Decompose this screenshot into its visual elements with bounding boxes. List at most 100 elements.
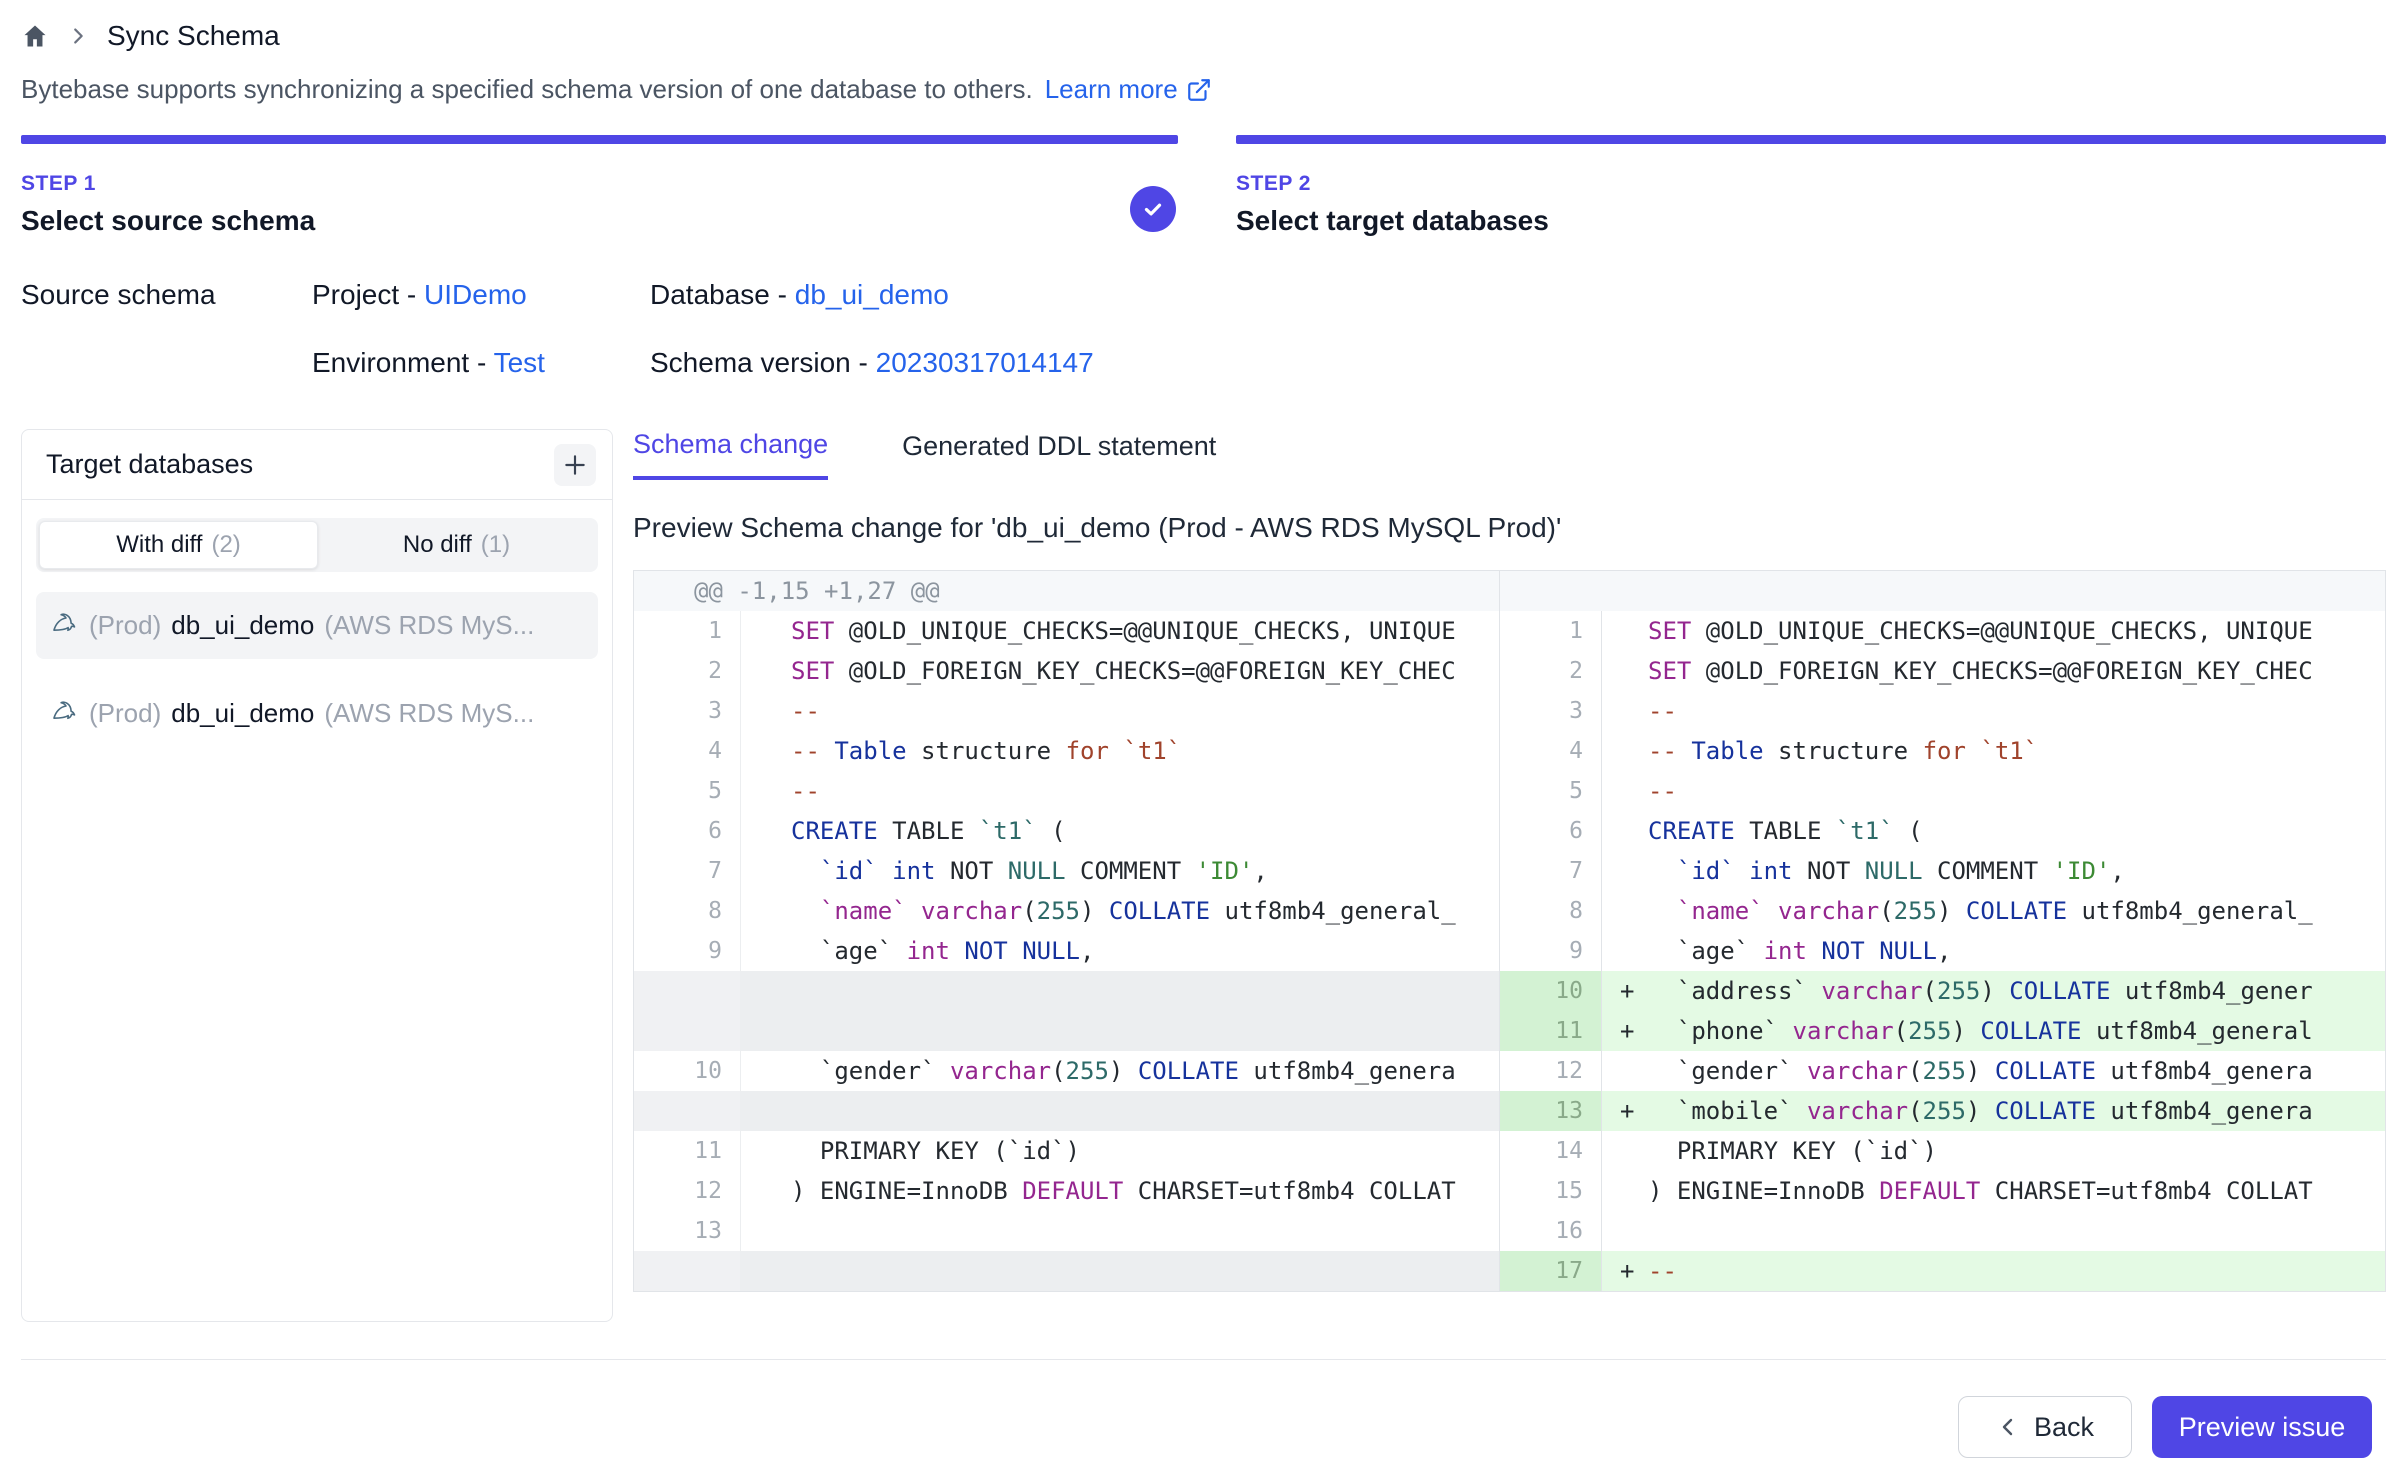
schema-diff-view: @@ -1,15 +1,27 @@1SET @OLD_UNIQUE_CHECKS… [633, 570, 2386, 1292]
code-cell: -- Table structure for `t1` [1602, 731, 2385, 771]
line-number: 2 [1500, 651, 1602, 691]
step-1-progress-bar [21, 135, 1178, 144]
preview-issue-button[interactable]: Preview issue [2152, 1396, 2372, 1458]
project-field: Project - UIDemo [312, 279, 650, 311]
source-schema-summary: Source schema Project - UIDemo Database … [21, 279, 2386, 379]
database-link[interactable]: db_ui_demo [795, 279, 949, 310]
code-cell: ) ENGINE=InnoDB DEFAULT CHARSET=utf8mb4 … [1602, 1171, 2385, 1211]
schema-version-link[interactable]: 20230317014147 [876, 347, 1094, 378]
diff-filler-row [634, 971, 1499, 1011]
line-number: 15 [1500, 1171, 1602, 1211]
diff-code-row: 5-- [634, 771, 1499, 811]
diff-code-row: 2SET @OLD_FOREIGN_KEY_CHECKS=@@FOREIGN_K… [1500, 651, 2385, 691]
code-cell [1602, 1211, 2385, 1251]
code-cell: SET @OLD_FOREIGN_KEY_CHECKS=@@FOREIGN_KE… [741, 651, 1499, 691]
code-cell: `gender` varchar(255) COLLATE utf8mb4_ge… [741, 1051, 1499, 1091]
database-name: db_ui_demo [171, 610, 314, 641]
diff-added-row: 17+-- [1500, 1251, 2385, 1291]
database-list-item[interactable]: (Prod)db_ui_demo(AWS RDS MyS... [36, 680, 598, 747]
line-number: 2 [634, 651, 741, 691]
tab-with-diff[interactable]: With diff (2) [39, 521, 318, 569]
line-number: 7 [634, 851, 741, 891]
line-number: 10 [1500, 971, 1602, 1011]
home-icon[interactable] [21, 22, 49, 50]
tab-schema-change[interactable]: Schema change [633, 429, 828, 480]
step-2-title: Select target databases [1236, 205, 2386, 237]
add-database-button[interactable] [554, 444, 596, 486]
step-2-progress-bar [1236, 135, 2386, 144]
line-number: 12 [1500, 1051, 1602, 1091]
code-cell: -- [741, 771, 1499, 811]
diff-code-row: 3-- [634, 691, 1499, 731]
schema-version-field: Schema version - 20230317014147 [650, 347, 1094, 379]
line-number: 1 [1500, 611, 1602, 651]
diff-filter-toggle: With diff (2) No diff (1) [36, 518, 598, 572]
code-cell: SET @OLD_UNIQUE_CHECKS=@@UNIQUE_CHECKS, … [741, 611, 1499, 651]
description-text: Bytebase supports synchronizing a specif… [21, 74, 1033, 105]
code-cell [741, 1091, 1499, 1131]
line-number [634, 1251, 741, 1291]
diff-filler-row [634, 1011, 1499, 1051]
database-list-item[interactable]: (Prod)db_ui_demo(AWS RDS MyS... [36, 592, 598, 659]
code-cell [741, 1251, 1499, 1291]
plus-icon [562, 452, 588, 478]
line-number: 3 [634, 691, 741, 731]
line-number: 5 [1500, 771, 1602, 811]
back-button[interactable]: Back [1958, 1396, 2132, 1458]
line-number: 8 [1500, 891, 1602, 931]
line-number [634, 1011, 741, 1051]
page-title: Sync Schema [107, 20, 280, 52]
code-cell: SET @OLD_FOREIGN_KEY_CHECKS=@@FOREIGN_KE… [1602, 651, 2385, 691]
diff-code-row: 1SET @OLD_UNIQUE_CHECKS=@@UNIQUE_CHECKS,… [1500, 611, 2385, 651]
line-number: 9 [634, 931, 741, 971]
code-cell: PRIMARY KEY (`id`) [741, 1131, 1499, 1171]
database-field: Database - db_ui_demo [650, 279, 1094, 311]
diff-code-row: 9 `age` int NOT NULL, [1500, 931, 2385, 971]
line-number [634, 971, 741, 1011]
stepper: STEP 1 Select source schema STEP 2 Selec… [21, 135, 2386, 237]
code-cell: ) ENGINE=InnoDB DEFAULT CHARSET=utf8mb4 … [741, 1171, 1499, 1211]
tab-generated-ddl[interactable]: Generated DDL statement [902, 429, 1216, 480]
step-1-completed-badge [1130, 186, 1176, 232]
diff-code-row: 12 `gender` varchar(255) COLLATE utf8mb4… [1500, 1051, 2385, 1091]
diff-code-row: 7 `id` int NOT NULL COMMENT 'ID', [634, 851, 1499, 891]
check-icon [1140, 196, 1166, 222]
code-cell: -- [741, 691, 1499, 731]
learn-more-link[interactable]: Learn more [1045, 74, 1212, 105]
mysql-icon [49, 607, 79, 644]
line-number: 11 [1500, 1011, 1602, 1051]
code-cell: `name` varchar(255) COLLATE utf8mb4_gene… [741, 891, 1499, 931]
project-link[interactable]: UIDemo [424, 279, 527, 310]
line-number: 5 [634, 771, 741, 811]
diff-filler-row [634, 1091, 1499, 1131]
code-cell: `age` int NOT NULL, [1602, 931, 2385, 971]
line-number: 6 [1500, 811, 1602, 851]
line-number: 16 [1500, 1211, 1602, 1251]
code-cell [741, 1011, 1499, 1051]
step-1-title: Select source schema [21, 205, 1178, 237]
target-databases-panel: Target databases With diff (2) No diff (… [21, 429, 613, 1322]
database-list: (Prod)db_ui_demo(AWS RDS MyS...(Prod)db_… [36, 592, 598, 747]
environment-link[interactable]: Test [494, 347, 545, 378]
diff-code-row: 15) ENGINE=InnoDB DEFAULT CHARSET=utf8mb… [1500, 1171, 2385, 1211]
footer-divider [21, 1359, 2386, 1360]
diff-code-row: 13 [634, 1211, 1499, 1251]
line-number: 6 [634, 811, 741, 851]
database-instance: (AWS RDS MyS... [324, 698, 534, 729]
diff-code-row: 6CREATE TABLE `t1` ( [634, 811, 1499, 851]
diff-added-row: 13+ `mobile` varchar(255) COLLATE utf8mb… [1500, 1091, 2385, 1131]
added-sign: + [1620, 1091, 1634, 1131]
added-sign: + [1620, 1251, 1634, 1291]
hunk-header-row: @@ -1,15 +1,27 @@ [634, 571, 1499, 611]
line-number: 11 [634, 1131, 741, 1171]
code-cell: + `phone` varchar(255) COLLATE utf8mb4_g… [1602, 1011, 2385, 1051]
diff-code-row: 11 PRIMARY KEY (`id`) [634, 1131, 1499, 1171]
tab-no-diff[interactable]: No diff (1) [318, 521, 595, 569]
database-environment: (Prod) [89, 610, 161, 641]
diff-code-row: 2SET @OLD_FOREIGN_KEY_CHECKS=@@FOREIGN_K… [634, 651, 1499, 691]
step-2-label: STEP 2 [1236, 172, 2386, 196]
diff-code-row: 10 `gender` varchar(255) COLLATE utf8mb4… [634, 1051, 1499, 1091]
external-link-icon [1186, 77, 1212, 103]
breadcrumb: Sync Schema [21, 14, 2386, 58]
line-number: 17 [1500, 1251, 1602, 1291]
